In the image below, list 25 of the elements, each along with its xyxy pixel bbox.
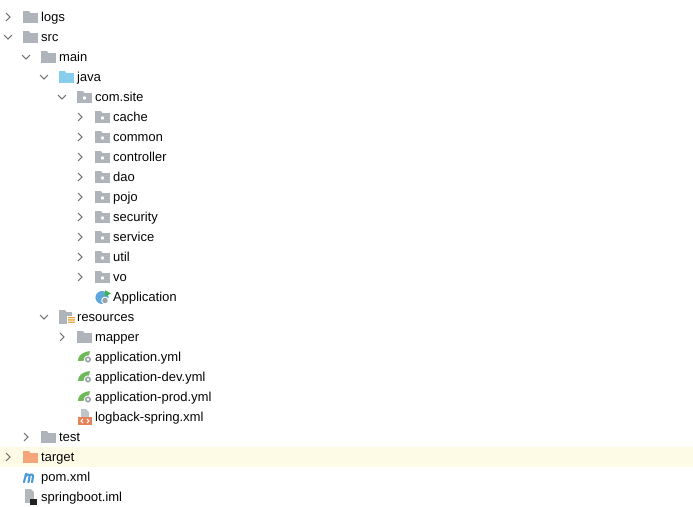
leaf-gear-icon <box>77 370 93 384</box>
resource-folder-icon <box>59 310 75 324</box>
package-folder-icon <box>95 191 110 203</box>
package-folder-icon <box>95 211 110 223</box>
package-folder-icon <box>95 111 110 123</box>
folder-icon <box>23 11 38 23</box>
package-folder-icon <box>95 171 110 183</box>
class-icon <box>95 289 111 305</box>
folder-icon <box>59 71 74 83</box>
package-folder-icon <box>95 231 110 243</box>
package-folder-icon <box>95 151 110 163</box>
folder-icon <box>41 51 56 63</box>
module-file-icon <box>23 489 37 505</box>
package-folder-icon <box>95 271 110 283</box>
package-folder-icon <box>95 131 110 143</box>
tree-item[interactable]: target <box>0 447 693 467</box>
leaf-gear-icon <box>77 350 93 364</box>
folder-icon <box>23 451 38 463</box>
xml-file-icon <box>77 409 93 425</box>
folder-icon <box>23 31 38 43</box>
folder-icon <box>77 331 92 343</box>
package-folder-icon <box>95 251 110 263</box>
package-folder-icon <box>77 91 92 103</box>
folder-icon <box>41 431 56 443</box>
leaf-gear-icon <box>77 390 93 404</box>
